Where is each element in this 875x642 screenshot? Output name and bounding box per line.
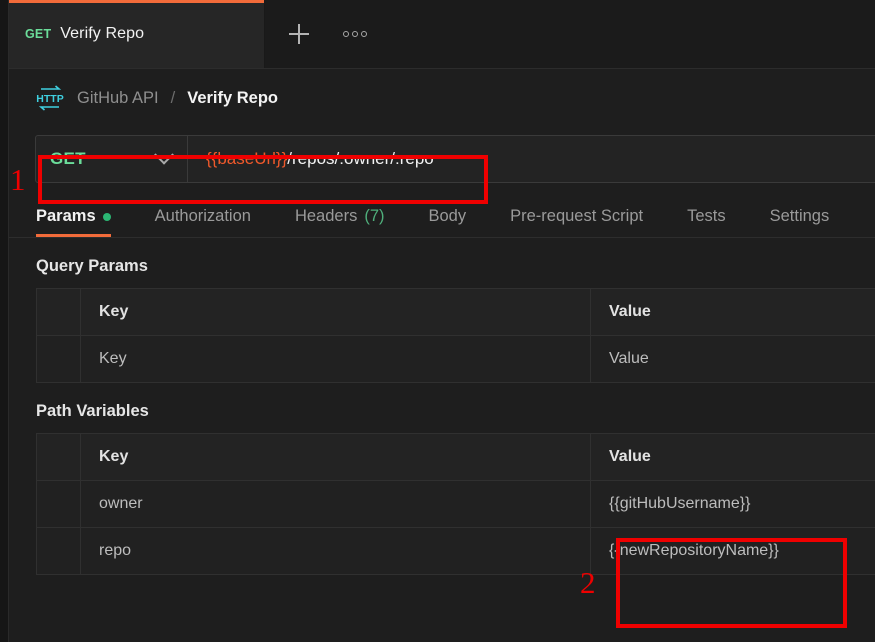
request-tab-method: GET [25,27,52,41]
request-tab-verify-repo[interactable]: GET Verify Repo [9,0,265,68]
request-frame: GET Verify Repo HTTP GitHub API / Verify… [9,0,875,642]
url-variable-token: {{baseUrl}} [206,149,288,168]
request-tabs: Params Authorization Headers (7) Body Pr… [9,191,875,238]
query-params-title: Query Params [36,257,148,275]
tab-authorization[interactable]: Authorization [155,207,273,237]
path-variable-key-owner[interactable]: owner [80,480,591,528]
url-input[interactable]: {{baseUrl}}/repos/:owner/:repo [188,136,875,182]
table-row[interactable]: repo {{newRepositoryName}} [36,527,875,575]
new-tab-button[interactable] [271,0,327,68]
tab-params[interactable]: Params [36,207,133,237]
tab-body[interactable]: Body [429,207,489,237]
breadcrumb-collection[interactable]: GitHub API [77,89,159,108]
query-param-value-input[interactable]: Value [590,335,875,383]
left-rail [0,0,9,642]
query-params-key-header: Key [80,288,591,336]
path-variables-select-all-cell [36,433,81,481]
path-variables-value-header: Value [590,433,875,481]
path-variable-checkbox-cell[interactable] [36,480,81,528]
tab-settings[interactable]: Settings [770,207,852,237]
tab-settings-label: Settings [769,207,830,225]
params-pane: Query Params Key Value Key Value Path Va… [9,238,875,642]
path-variables-title: Path Variables [36,402,149,420]
svg-text:HTTP: HTTP [36,93,63,105]
table-row[interactable]: owner {{gitHubUsername}} [36,480,875,528]
http-method-select[interactable]: GET [36,136,188,182]
breadcrumb-current-request: Verify Repo [187,88,279,107]
url-path-text: /repos/:owner/:repo [287,149,434,168]
url-bar-row: GET {{baseUrl}}/repos/:owner/:repo [9,127,875,191]
query-params-value-header: Value [590,288,875,336]
path-variable-key-repo[interactable]: repo [80,527,591,575]
table-row[interactable]: Key Value [36,335,875,383]
params-modified-dot [102,212,111,221]
path-variables-key-header: Key [80,433,591,481]
tab-more-options-button[interactable] [327,0,383,68]
path-variable-checkbox-cell[interactable] [36,527,81,575]
tab-body-label: Body [428,207,467,225]
http-icon: HTTP [35,85,65,111]
table-header-row: Key Value [36,433,875,481]
chevron-down-icon [154,144,174,165]
query-params-table: Key Value Key Value [36,288,875,383]
plus-icon [289,24,309,44]
tab-authorization-label: Authorization [154,207,251,225]
tab-actions [265,0,383,68]
table-header-row: Key Value [36,288,875,336]
path-variable-value-repo[interactable]: {{newRepositoryName}} [590,527,875,575]
path-variables-table: Key Value owner {{gitHubUsername}} repo … [36,433,875,575]
http-method-value: GET [50,149,86,168]
query-param-key-input[interactable]: Key [80,335,591,383]
request-tab-title: Verify Repo [60,25,145,42]
tab-headers-label: Headers [294,207,358,225]
postman-request-pane: GET Verify Repo HTTP GitHub API / Verify… [0,0,875,642]
query-param-checkbox-cell[interactable] [36,335,81,383]
tab-headers[interactable]: Headers (7) [295,207,407,237]
tab-tests-label: Tests [687,207,726,225]
tab-tests[interactable]: Tests [687,207,748,237]
tab-pre-request-script-label: Pre-request Script [510,207,644,225]
breadcrumb: HTTP GitHub API / Verify Repo [9,69,875,127]
headers-count-badge: (7) [364,207,385,225]
query-params-select-all-cell [36,288,81,336]
tab-strip: GET Verify Repo [9,0,875,69]
tab-params-label: Params [36,207,96,225]
ellipsis-icon [343,31,367,37]
path-variable-value-owner[interactable]: {{gitHubUsername}} [590,480,875,528]
tab-pre-request-script[interactable]: Pre-request Script [510,207,665,237]
breadcrumb-separator: / [170,88,176,107]
url-bar[interactable]: GET {{baseUrl}}/repos/:owner/:repo [35,135,875,183]
